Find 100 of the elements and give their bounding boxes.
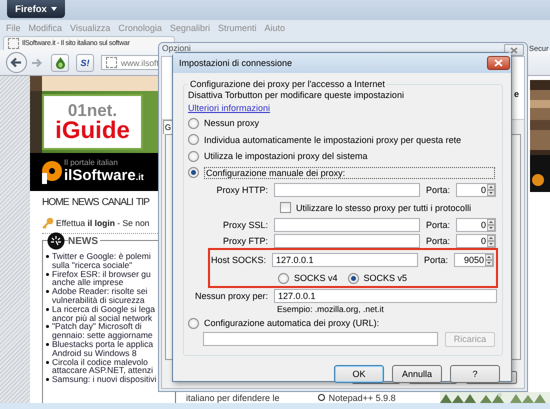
dialog-button[interactable]: Annulla <box>392 364 442 382</box>
spin-arrows-icon[interactable] <box>485 254 493 266</box>
radio-button[interactable] <box>188 318 199 329</box>
field-label: Proxy HTTP: <box>215 185 268 195</box>
article-text: italiano per difendere le <box>186 392 280 402</box>
section-title: NEWS <box>68 236 100 246</box>
text-field[interactable] <box>274 218 420 232</box>
page-icon <box>8 38 19 49</box>
tab[interactable]: G <box>163 120 173 134</box>
port-field[interactable]: 0 <box>456 218 496 232</box>
field-label: Host SOCKS: <box>210 255 266 265</box>
port-field[interactable]: 0 <box>456 183 496 197</box>
radio-label[interactable]: Nessun proxy <box>204 118 260 128</box>
article-link[interactable]: Samsung: i nuovi dispositivi <box>52 375 156 384</box>
article-link[interactable]: La ricerca di Google si lega <box>52 304 156 314</box>
nav-link[interactable]: HOME <box>42 196 69 208</box>
article-link[interactable]: Bluestacks porta le applica <box>52 340 154 349</box>
port-label: Porta: <box>426 236 452 246</box>
url-text: www.ilsoft <box>121 58 159 68</box>
article-link[interactable]: Firefox ESR: il browser gu <box>52 270 151 278</box>
disc-logo-icon <box>40 159 62 185</box>
radio-label[interactable]: Utilizza le impostazioni proxy del sistema <box>204 151 368 162</box>
bullet-icon <box>318 394 325 401</box>
article-link[interactable]: gennaio: sette aggiorname <box>52 331 153 340</box>
toolbar-logo-button[interactable]: S! <box>76 54 94 72</box>
dialog-button[interactable]: ? <box>450 364 500 382</box>
page-icon <box>106 57 117 68</box>
bullet-icon <box>46 255 49 258</box>
login-text: Effettua il login - Se non <box>56 218 150 228</box>
back-icon[interactable] <box>6 52 27 73</box>
nav-link[interactable]: NEWS <box>72 196 99 208</box>
close-button[interactable] <box>487 56 510 70</box>
nav-link[interactable]: CANALI <box>102 196 133 208</box>
article-link[interactable]: anche alle imprese <box>52 278 151 288</box>
port-field[interactable]: 9050 <box>454 253 494 267</box>
port-label: Porta: <box>424 255 450 265</box>
checkbox-label[interactable]: Utilizzare lo stesso proxy per tutti i protocolli <box>296 202 472 212</box>
spin-arrows-icon[interactable] <box>487 235 495 247</box>
caret-icon <box>50 7 57 11</box>
banner-tagline: Il portale italian <box>64 159 119 168</box>
close-icon <box>494 59 503 67</box>
site-name: ilSoftware <box>64 168 136 185</box>
news-icon <box>47 232 65 250</box>
article-link[interactable]: ancor più al social network <box>52 314 156 322</box>
article-link[interactable]: sulla "ricerca sociale" <box>52 260 151 270</box>
info-link[interactable]: Ulteriori informazioni <box>188 101 270 115</box>
article-link[interactable]: Circola il codice malevolo <box>52 358 153 366</box>
bullet-icon <box>46 308 49 311</box>
article-link[interactable]: attaccare ASP.NET, attenzi <box>52 366 153 376</box>
url-field[interactable] <box>203 332 438 346</box>
close-button[interactable] <box>504 44 524 56</box>
spin-arrows-icon[interactable] <box>487 219 495 231</box>
port-label: Porta: <box>426 185 452 195</box>
download-link[interactable]: Notepad++ 5.9.8 <box>328 392 396 402</box>
radio-button[interactable] <box>188 150 199 162</box>
text-field[interactable]: 127.0.0.1 <box>272 253 418 267</box>
article-link[interactable]: vulnerabilità di sicurezza <box>52 296 148 305</box>
radio-button[interactable] <box>188 134 199 146</box>
site-domain: .it <box>136 173 144 184</box>
panel-text: e <box>514 89 520 99</box>
article-link[interactable]: Twitter e Google: è polemi <box>52 252 151 261</box>
radio-label[interactable]: SOCKS v5 <box>364 273 408 283</box>
group-title: Configurazione dei proxy per l'accesso a Internet <box>189 78 386 90</box>
article-link[interactable]: "Patch day" Microsoft di <box>52 322 153 332</box>
radio-label[interactable]: SOCKS v4 <box>294 273 338 283</box>
radio-button[interactable] <box>348 272 359 284</box>
text-field[interactable]: 127.0.0.1 <box>274 288 497 302</box>
port-label: Porta: <box>426 220 452 230</box>
bullet-icon <box>46 360 49 364</box>
field-label: Proxy SSL: <box>222 220 268 230</box>
radio-label[interactable]: Configurazione automatica dei proxy (URL): <box>204 318 380 328</box>
bullet-icon <box>46 272 49 276</box>
dialog-button[interactable]: OK <box>334 364 384 382</box>
bullet-icon <box>46 378 49 382</box>
bullet-icon <box>46 290 49 294</box>
radio-label[interactable]: Individua automaticamente le impostazioni proxy per questa rete <box>204 134 462 145</box>
article-link[interactable]: Adobe Reader: risolte sei <box>52 287 148 296</box>
notice-text: Disattiva Torbutton per modificare queste impostazioni <box>188 90 405 101</box>
field-label: Proxy FTP: <box>222 236 268 246</box>
radio-label[interactable]: Configurazione manuale dei proxy: <box>204 166 495 179</box>
text-field[interactable] <box>274 183 420 197</box>
logo-text: 01net. <box>68 102 118 118</box>
spin-arrows-icon[interactable] <box>487 184 495 196</box>
checkbox[interactable] <box>280 202 291 213</box>
field-label: Nessun proxy per: <box>194 290 268 300</box>
nav-link[interactable]: TIP <box>136 196 150 208</box>
forward-icon[interactable] <box>31 56 43 68</box>
port-field[interactable]: 0 <box>456 234 496 248</box>
article-link[interactable]: Android su Windows 8 <box>52 348 154 358</box>
app-menu-button[interactable]: Firefox <box>7 0 65 18</box>
bullet-icon <box>46 325 49 328</box>
radio-button[interactable] <box>188 167 199 178</box>
radio-button[interactable] <box>278 272 289 284</box>
radio-button[interactable] <box>188 118 199 129</box>
onion-button[interactable] <box>51 54 69 72</box>
bullet-icon <box>46 342 49 346</box>
text-field[interactable] <box>274 234 420 248</box>
onion-icon <box>54 56 66 68</box>
logo-text: iGuide <box>55 118 130 142</box>
hint-text: Esempio: .mozilla.org, .net.it <box>277 303 385 315</box>
